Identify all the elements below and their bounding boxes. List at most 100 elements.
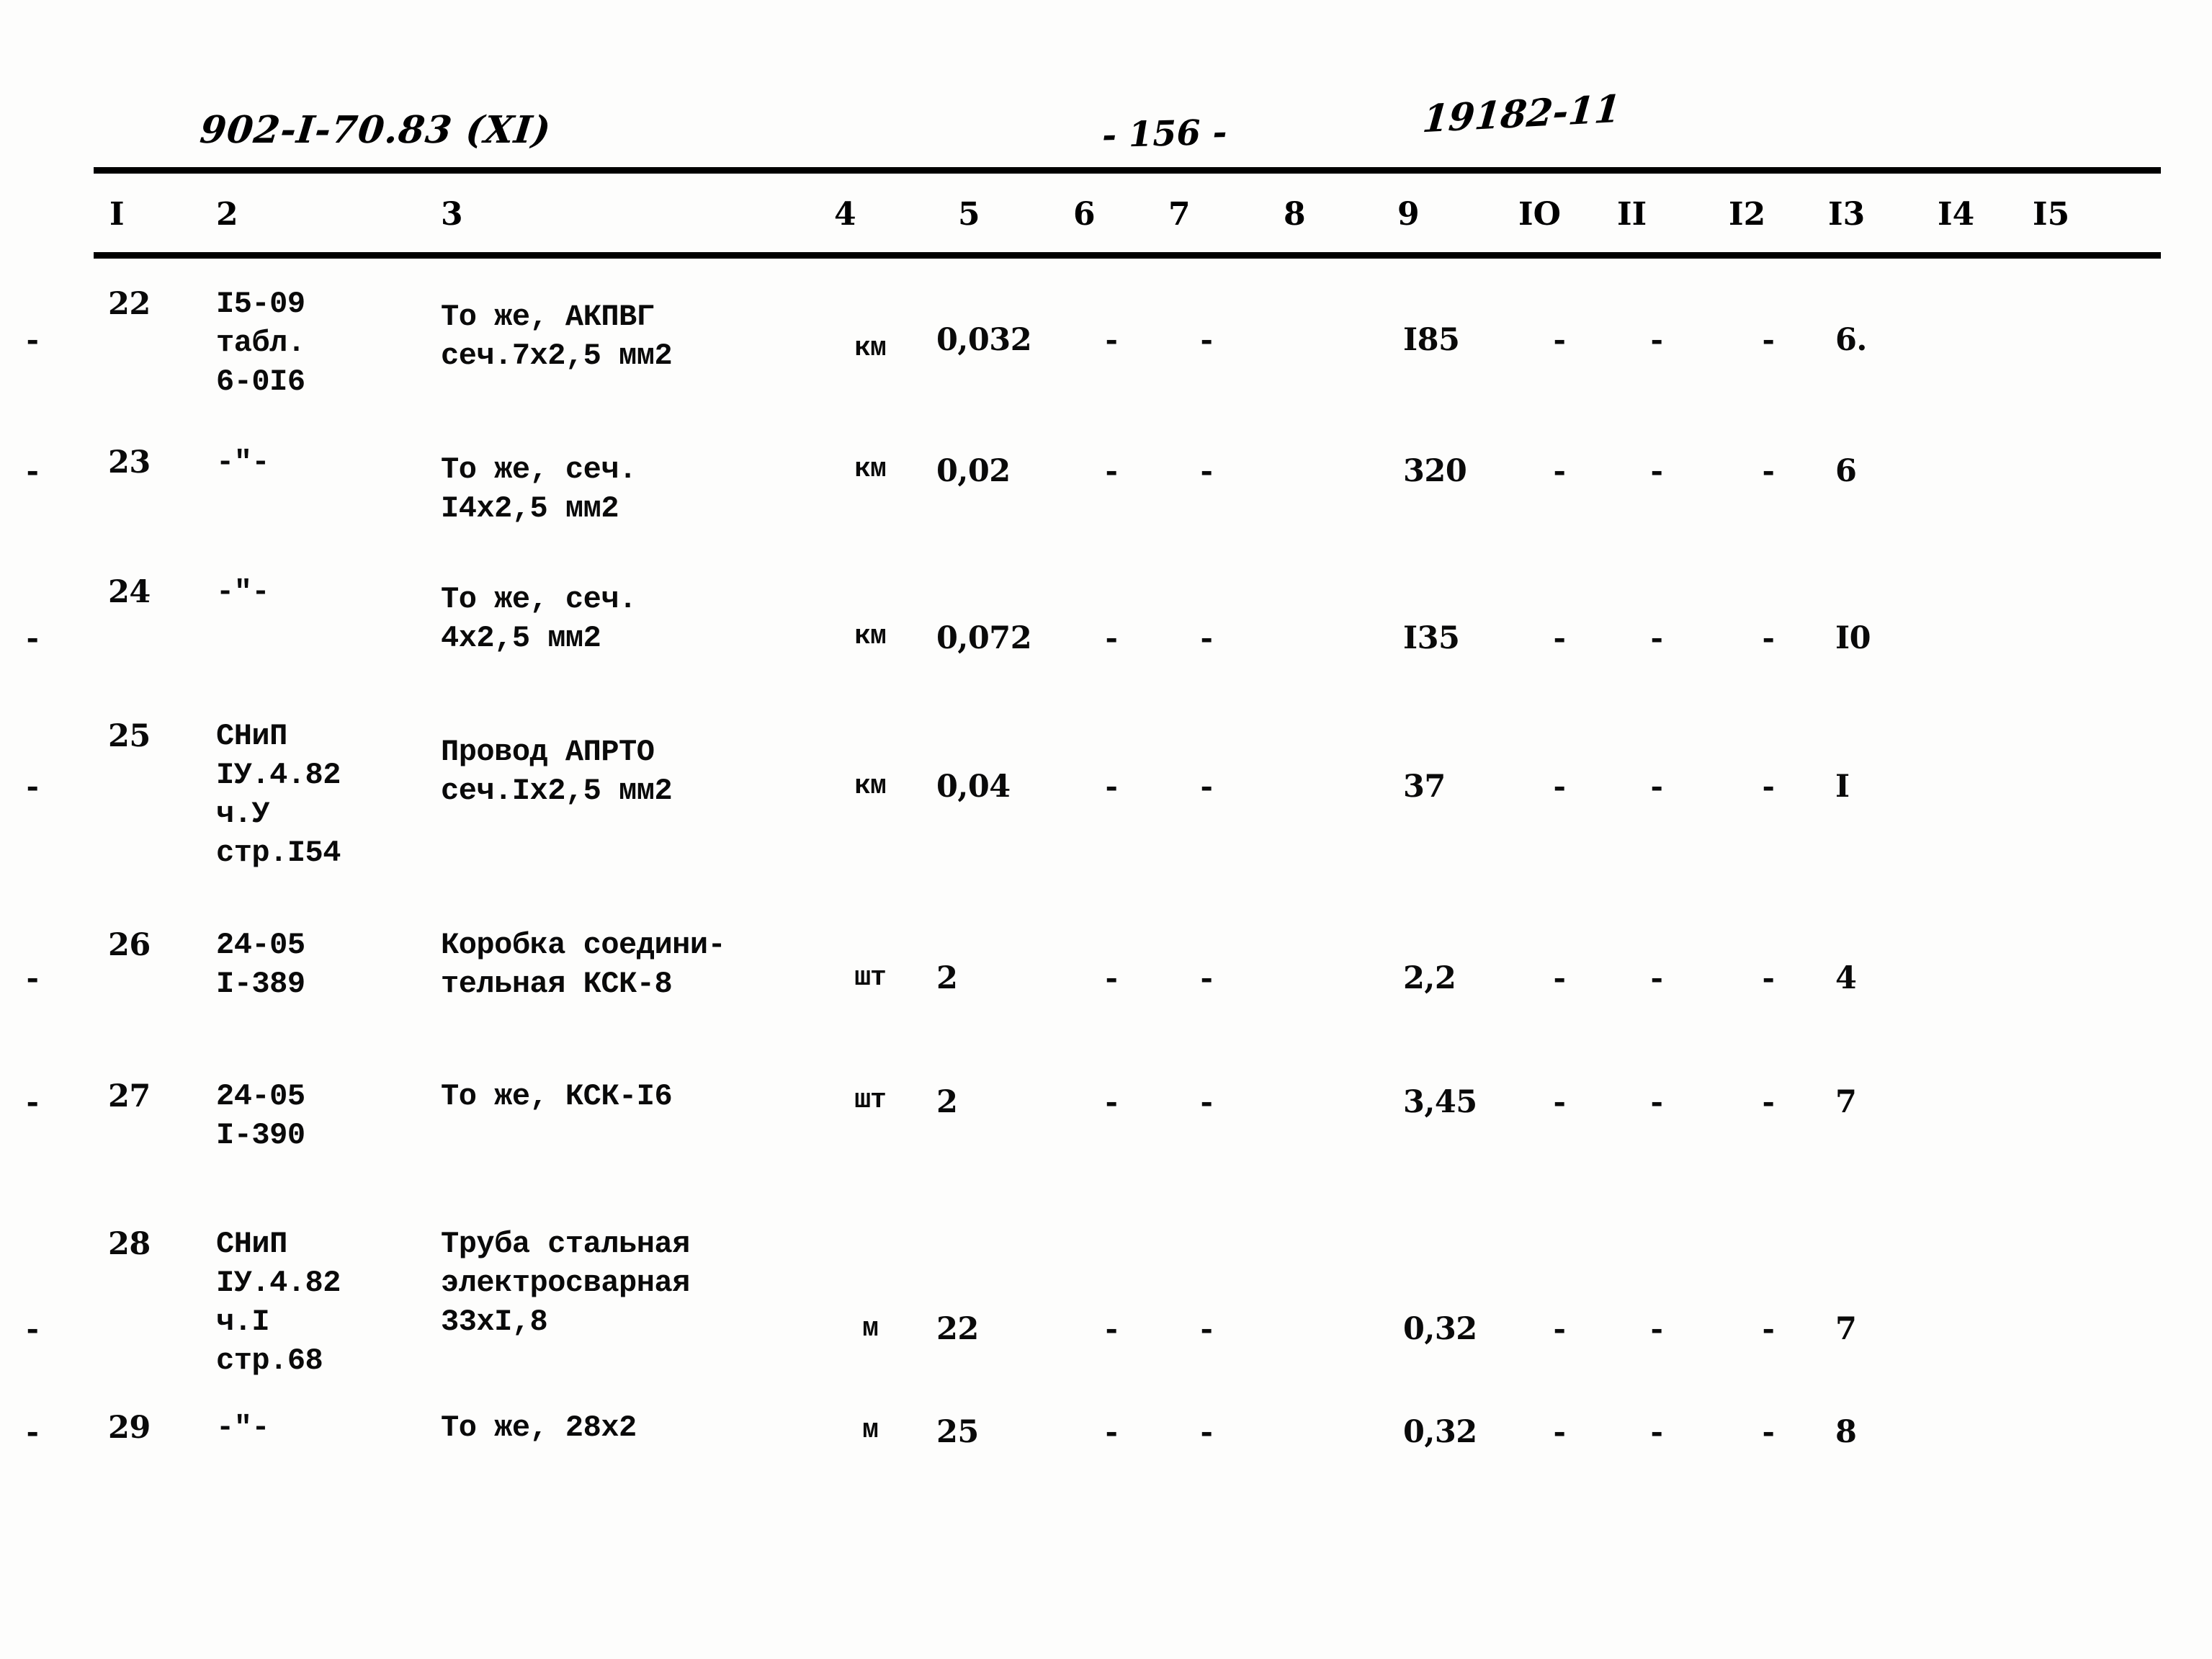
cell-c10: - [1553,620,1566,656]
cell-c13: 7 [1835,1311,1857,1347]
cell-c12: - [1762,453,1775,488]
cell-c3: То же, 28х2 [441,1410,637,1445]
cell-c4: км [854,621,887,652]
cell-c1: 25 [108,718,151,754]
cell-c2: -"- [216,1410,270,1445]
cell-c11: - [1650,1084,1663,1119]
cell-c4: км [854,771,887,802]
cell-c6: - [1105,769,1118,804]
cell-c3: Провод АПРТО сеч.Iх2,5 мм2 [441,735,673,808]
cell-c1: 27 [108,1078,151,1114]
cell-c6: - [1105,453,1118,488]
cell-c5: 0,032 [936,322,1032,358]
cell-c6: - [1105,322,1118,357]
header-rule-bottom [94,252,2161,259]
column-header-4: 4 [834,196,856,233]
cell-c11: - [1650,960,1663,996]
cell-c1: 29 [108,1410,151,1446]
document-code: 902-I-70.83 (XI) [197,108,554,152]
column-header-14: I4 [1938,196,1975,233]
column-header-8: 8 [1284,196,1306,233]
cell-c1: 22 [108,286,151,322]
cell-c5: 25 [936,1414,979,1450]
cell-c3: То же, сеч. 4х2,5 мм2 [441,582,637,656]
document-serial: 19182-11 [1420,86,1623,142]
cell-c7: - [1200,1414,1213,1449]
cell-c3: То же, КСК-I6 [441,1079,673,1114]
cell-c1: 28 [108,1226,151,1262]
header-rule-top [94,167,2161,174]
column-header-15: I5 [2033,196,2070,233]
cell-c6: - [1105,1084,1118,1119]
cell-c11: - [1650,769,1663,804]
cell-c2: 24-05 I-390 [216,1079,305,1153]
column-header-6: 6 [1073,196,1096,233]
cell-c13: 6 [1835,453,1857,489]
cell-c12: - [1762,620,1775,656]
cell-c7: - [1200,769,1213,804]
cell-c1: 24 [108,574,151,610]
cell-c12: - [1762,1414,1775,1449]
cell-c7: - [1200,453,1213,488]
cell-c2: -"- [216,445,270,480]
cell-c11: - [1650,620,1663,656]
cell-c8: - [26,453,39,488]
cell-c11: - [1650,1311,1663,1346]
column-header-12: I2 [1729,196,1766,233]
cell-c3: Коробка соедини- тельная КСК-8 [441,928,726,1001]
column-header-1: I [109,196,125,233]
cell-c5: 0,04 [936,769,1011,805]
cell-c12: - [1762,1311,1775,1346]
cell-c2: 24-05 I-389 [216,928,305,1001]
cell-c5: 0,072 [936,620,1032,656]
cell-c4: м [862,1313,879,1344]
cell-c2: I5-09 табл. 6-0I6 [216,287,305,399]
cell-c8: - [26,1414,39,1449]
cell-c5: 22 [936,1311,979,1347]
cell-c7: - [1200,1311,1213,1346]
cell-c3: То же, АКПВГ сеч.7х2,5 мм2 [441,300,673,373]
page-header: 902-I-70.83 (XI) - 156 - 19182-11 [0,87,2212,173]
column-header-10: IO [1518,196,1561,233]
cell-c11: - [1650,453,1663,488]
cell-c11: - [1650,1414,1663,1449]
cell-c10: - [1553,960,1566,996]
cell-c6: - [1105,960,1118,996]
page-number: - 156 - [1101,112,1228,156]
cell-c13: 7 [1835,1084,1857,1120]
column-header-2: 2 [216,196,238,233]
cell-c12: - [1762,1084,1775,1119]
cell-c8: - [26,769,39,804]
cell-c6: - [1105,1414,1118,1449]
cell-c3: Труба стальная электросварная 33хI,8 [441,1227,690,1339]
cell-c10: - [1553,769,1566,804]
cell-c10: - [1553,1311,1566,1346]
cell-c10: - [1553,1084,1566,1119]
cell-c11: - [1650,322,1663,357]
cell-c4: м [862,1415,879,1446]
cell-c4: шт [854,962,887,993]
cell-c8: - [26,322,39,357]
cell-c10: - [1553,322,1566,357]
cell-c5: 2 [936,1084,958,1120]
cell-c6: - [1105,620,1118,656]
cell-c3: То же, сеч. I4х2,5 мм2 [441,452,637,526]
cell-c1: 23 [108,444,151,480]
column-header-5: 5 [958,196,980,233]
cell-c8: - [26,620,39,656]
cell-c6: - [1105,1311,1118,1346]
cell-c8: - [26,1311,39,1346]
column-header-7: 7 [1168,196,1191,233]
cell-c7: - [1200,322,1213,357]
column-header-13: I3 [1828,196,1866,233]
cell-c10: - [1553,453,1566,488]
cell-c4: км [854,333,887,364]
cell-c8: - [26,1084,39,1119]
column-header-9: 9 [1397,196,1420,233]
cell-c13: I0 [1835,620,1871,656]
column-header-3: 3 [441,196,463,233]
cell-c4: шт [854,1085,887,1116]
cell-c7: - [1200,620,1213,656]
cell-c7: - [1200,1084,1213,1119]
column-header-11: II [1617,196,1647,233]
